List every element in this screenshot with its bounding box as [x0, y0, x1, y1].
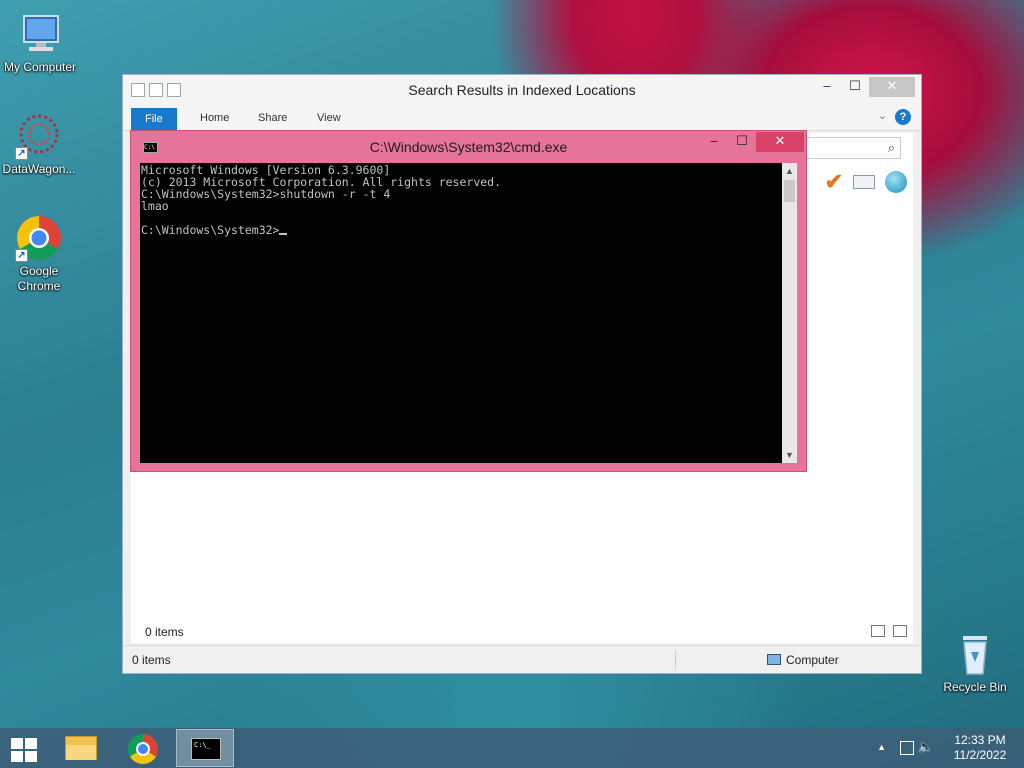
details-view-icon[interactable]	[871, 625, 885, 637]
tab-share[interactable]: Share	[244, 109, 301, 131]
email-icon[interactable]	[853, 175, 875, 189]
action-center-flag-icon[interactable]	[900, 741, 914, 755]
status-location: Computer	[767, 653, 839, 667]
check-icon[interactable]: ✔	[825, 169, 843, 195]
maximize-button[interactable]: ☐	[841, 77, 869, 97]
cmd-close-button[interactable]: ✕	[756, 132, 804, 152]
globe-icon[interactable]	[885, 171, 907, 193]
ribbon-tabs: File Home Share View ⌄ ?	[123, 105, 921, 131]
scroll-up-arrow-icon[interactable]: ▲	[782, 163, 797, 179]
datawagon-icon: ↗	[15, 112, 63, 160]
desktop-icon-google-chrome[interactable]: ↗ Google Chrome	[0, 214, 79, 294]
items-count: 0 items	[145, 625, 184, 639]
items-row: 0 items	[131, 621, 913, 643]
cmd-maximize-button[interactable]: ☐	[728, 132, 756, 152]
close-button[interactable]: ✕	[869, 77, 915, 97]
desktop-icon-recycle-bin[interactable]: Recycle Bin	[935, 630, 1015, 695]
status-items-count: 0 items	[132, 653, 171, 667]
large-icons-view-icon[interactable]	[893, 625, 907, 637]
search-icon: ⌕	[887, 140, 895, 155]
clock[interactable]: 12:33 PM 11/2/2022	[950, 733, 1010, 763]
recycle-bin-icon	[951, 630, 999, 678]
view-toggles	[871, 625, 907, 637]
cmd-window[interactable]: C:\ C:\Windows\System32\cmd.exe ‒ ☐ ✕ Mi…	[130, 130, 807, 472]
start-button[interactable]	[8, 736, 40, 762]
window-title: Search Results in Indexed Locations	[408, 82, 636, 98]
window-controls: ‒ ☐ ✕	[813, 77, 915, 97]
chrome-icon: ↗	[15, 214, 63, 262]
taskbar-chrome[interactable]	[114, 729, 172, 767]
desktop-icon-datawagon[interactable]: ↗ DataWagon...	[0, 112, 79, 177]
cmd-icon: C:\_	[191, 738, 221, 760]
taskbar: C:\_ ▲ 🔈 12:33 PM 11/2/2022	[0, 728, 1024, 768]
tab-home[interactable]: Home	[186, 109, 243, 131]
show-hidden-icons-icon[interactable]: ▲	[877, 742, 886, 752]
minimize-button[interactable]: ‒	[813, 77, 841, 97]
chevron-down-icon[interactable]: ⌄	[878, 109, 887, 122]
explorer-titlebar[interactable]: Search Results in Indexed Locations ‒ ☐ …	[123, 75, 921, 105]
clock-date: 11/2/2022	[953, 748, 1007, 762]
tab-file[interactable]: File	[131, 108, 177, 131]
chrome-icon	[128, 734, 158, 764]
taskbar-cmd[interactable]: C:\_	[176, 729, 234, 767]
shortcut-arrow-icon: ↗	[15, 147, 28, 160]
search-input[interactable]: ⌕	[791, 137, 901, 159]
desktop-icon-label: Recycle Bin	[943, 680, 1007, 694]
shortcut-arrow-icon: ↗	[15, 249, 28, 262]
cmd-titlebar[interactable]: C:\ C:\Windows\System32\cmd.exe ‒ ☐ ✕	[131, 131, 806, 163]
text-cursor	[279, 233, 288, 235]
taskbar-file-explorer[interactable]	[52, 729, 110, 767]
help-icon[interactable]: ?	[895, 109, 911, 125]
status-divider	[675, 650, 676, 669]
status-bar: 0 items Computer	[123, 645, 921, 673]
volume-icon[interactable]: 🔈	[918, 739, 934, 755]
cmd-window-controls: ‒ ☐ ✕	[700, 132, 804, 152]
scroll-down-arrow-icon[interactable]: ▼	[782, 447, 797, 463]
search-tools: ✔	[825, 169, 907, 195]
desktop-icon-label: Google Chrome	[17, 264, 61, 293]
folder-icon	[65, 736, 97, 760]
clock-time: 12:33 PM	[954, 733, 1006, 747]
desktop-icon-label: My Computer	[3, 60, 77, 74]
tab-view[interactable]: View	[303, 109, 355, 131]
computer-icon	[767, 654, 781, 665]
status-location-label: Computer	[786, 653, 839, 667]
console-scrollbar[interactable]: ▲ ▼	[782, 163, 797, 463]
desktop-icon-label: DataWagon...	[2, 162, 76, 176]
console-text: Microsoft Windows [Version 6.3.9600] (c)…	[141, 163, 502, 237]
scroll-thumb[interactable]	[784, 180, 795, 202]
console-output[interactable]: Microsoft Windows [Version 6.3.9600] (c)…	[140, 163, 782, 463]
computer-icon	[16, 10, 64, 58]
cmd-minimize-button[interactable]: ‒	[700, 132, 728, 152]
desktop-icon-my-computer[interactable]: My Computer	[0, 10, 80, 75]
